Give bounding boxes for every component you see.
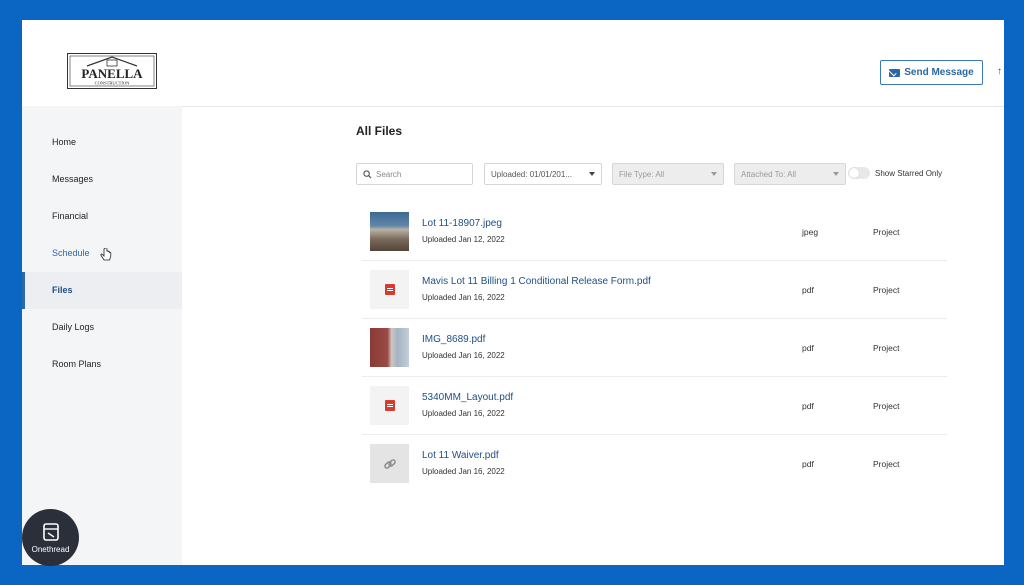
search-icon [363, 169, 372, 179]
chevron-down-icon [833, 172, 839, 176]
search-box[interactable] [356, 163, 473, 185]
sidebar-item-messages[interactable]: Messages [22, 161, 182, 198]
file-name-link[interactable]: Lot 11 Waiver.pdf [422, 450, 499, 461]
sidebar-item-room-plans[interactable]: Room Plans [22, 346, 182, 383]
show-starred-label: Show Starred Only [875, 169, 943, 178]
sidebar-item-daily-logs[interactable]: Daily Logs [22, 309, 182, 346]
file-upload-date: Uploaded Jan 12, 2022 [422, 235, 505, 244]
file-attached-to: Project [873, 343, 900, 353]
file-type: pdf [802, 459, 814, 469]
sidebar-item-home[interactable]: Home [22, 124, 182, 161]
pdf-icon [384, 284, 395, 295]
send-message-button[interactable]: Send Message [880, 60, 983, 85]
file-name-link[interactable]: Lot 11-18907.jpeg [422, 218, 502, 229]
link-icon [383, 458, 396, 469]
page-title: All Files [356, 124, 403, 138]
uploaded-date-dropdown[interactable]: Uploaded: 01/01/201... [484, 163, 602, 185]
image-thumbnail[interactable] [370, 212, 409, 251]
file-list: Lot 11-18907.jpeg Uploaded Jan 12, 2022 … [362, 203, 947, 492]
pdf-thumbnail[interactable] [370, 270, 409, 309]
image-thumbnail[interactable] [370, 328, 409, 367]
uploaded-date-value: Uploaded: 01/01/201... [491, 169, 572, 179]
pdf-thumbnail[interactable] [370, 386, 409, 425]
file-row[interactable]: IMG_8689.pdf Uploaded Jan 16, 2022 pdf P… [362, 319, 947, 377]
app-window: PANELLA CONSTRUCTION Send Message ↑ Home… [22, 20, 1004, 565]
file-type-value: File Type: All [619, 169, 665, 179]
sidebar-item-schedule[interactable]: Schedule [22, 235, 182, 272]
sidebar-item-label: Messages [52, 174, 94, 184]
envelope-icon [889, 68, 901, 77]
header-extra-glyph[interactable]: ↑ [997, 66, 1002, 77]
file-type-dropdown[interactable]: File Type: All [612, 163, 724, 185]
file-name-link[interactable]: 5340MM_Layout.pdf [422, 392, 513, 403]
hand-cursor-icon [100, 248, 112, 261]
sidebar: Home Messages Financial Schedule Files D… [22, 106, 182, 565]
file-attached-to: Project [873, 227, 900, 237]
sidebar-item-label: Daily Logs [52, 322, 95, 332]
sidebar-item-financial[interactable]: Financial [22, 198, 182, 235]
onethread-watermark: Onethread [22, 509, 79, 566]
attached-to-dropdown[interactable]: Attached To: All [734, 163, 846, 185]
file-attached-to: Project [873, 285, 900, 295]
file-upload-date: Uploaded Jan 16, 2022 [422, 351, 505, 360]
link-thumbnail[interactable] [370, 444, 409, 483]
show-starred-toggle[interactable] [848, 167, 870, 179]
sidebar-item-label: Room Plans [52, 359, 102, 369]
panella-logo: PANELLA CONSTRUCTION [67, 53, 157, 89]
chevron-down-icon [589, 172, 595, 176]
top-header: PANELLA CONSTRUCTION Send Message ↑ [22, 20, 1004, 107]
chevron-down-icon [711, 172, 717, 176]
filter-bar: Uploaded: 01/01/201... File Type: All At… [356, 163, 976, 185]
file-type: pdf [802, 401, 814, 411]
file-type: pdf [802, 285, 814, 295]
file-upload-date: Uploaded Jan 16, 2022 [422, 409, 505, 418]
file-attached-to: Project [873, 401, 900, 411]
file-row[interactable]: Lot 11-18907.jpeg Uploaded Jan 12, 2022 … [362, 203, 947, 261]
file-row[interactable]: 5340MM_Layout.pdf Uploaded Jan 16, 2022 … [362, 377, 947, 435]
file-type: jpeg [802, 227, 819, 237]
file-attached-to: Project [873, 459, 900, 469]
logo-text: PANELLA [81, 66, 143, 81]
file-row[interactable]: Lot 11 Waiver.pdf Uploaded Jan 16, 2022 … [362, 435, 947, 492]
file-upload-date: Uploaded Jan 16, 2022 [422, 293, 505, 302]
file-upload-date: Uploaded Jan 16, 2022 [422, 467, 505, 476]
attached-to-value: Attached To: All [741, 169, 796, 179]
sidebar-item-label: Files [52, 285, 73, 295]
sidebar-item-label: Financial [52, 211, 89, 221]
send-message-label: Send Message [904, 67, 974, 78]
file-type: pdf [802, 343, 814, 353]
file-name-link[interactable]: Mavis Lot 11 Billing 1 Conditional Relea… [422, 276, 651, 287]
file-row[interactable]: Mavis Lot 11 Billing 1 Conditional Relea… [362, 261, 947, 319]
search-input[interactable] [372, 169, 466, 179]
sidebar-item-label: Home [52, 137, 77, 147]
pdf-icon [384, 400, 395, 411]
logo-subtext: CONSTRUCTION [95, 81, 131, 86]
file-name-link[interactable]: IMG_8689.pdf [422, 334, 485, 345]
sidebar-item-label: Schedule [52, 248, 90, 258]
onethread-logo-icon [42, 523, 59, 541]
onethread-label: Onethread [31, 545, 70, 554]
sidebar-item-files[interactable]: Files [22, 272, 182, 309]
